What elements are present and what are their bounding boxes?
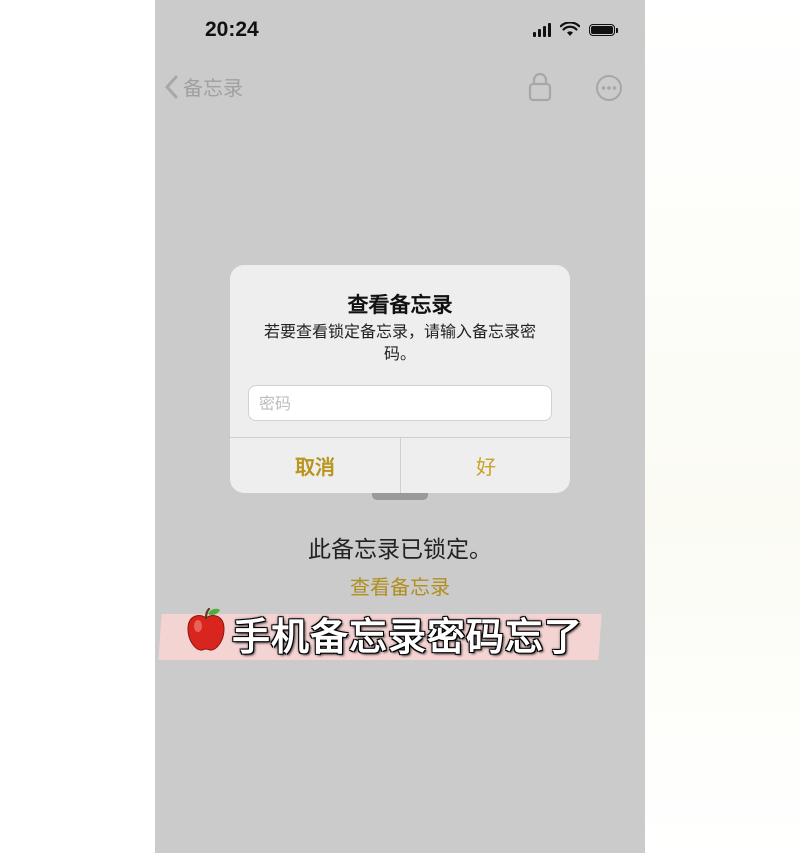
back-label: 备忘录 [183,76,243,100]
back-button[interactable]: 备忘录 [165,72,243,101]
lock-icon [528,72,552,102]
alert-message: 若要查看锁定备忘录，请输入备忘录密码。 [263,322,536,363]
password-input[interactable] [248,385,552,421]
caption-banner: 手机备忘录密码忘了 [158,604,602,660]
more-icon [596,75,622,101]
status-time: 20:24 [205,18,259,41]
signal-icon [533,22,551,37]
view-note-link[interactable]: 查看备忘录 [155,571,645,600]
password-alert: 查看备忘录 若要查看锁定备忘录，请输入备忘录密码。 取消 好 [230,265,570,493]
more-button[interactable] [595,74,623,106]
wifi-icon [560,22,580,36]
battery-icon [589,23,618,36]
locked-message: 此备忘录已锁定。 [308,537,492,563]
background-right [645,0,800,853]
chevron-left-icon [165,75,178,98]
caption-text: 手机备忘录密码忘了 [232,615,584,659]
alert-title: 查看备忘录 [347,293,453,317]
apple-icon [187,607,225,651]
lock-button[interactable] [528,72,552,106]
status-icons [533,22,618,37]
cancel-button[interactable]: 取消 [230,438,400,493]
phone-screen: 20:24 备忘录 此备忘录已锁定。 查看备忘录 查看备忘录 若要查看锁定备忘录… [155,0,645,853]
ok-button[interactable]: 好 [401,438,570,493]
